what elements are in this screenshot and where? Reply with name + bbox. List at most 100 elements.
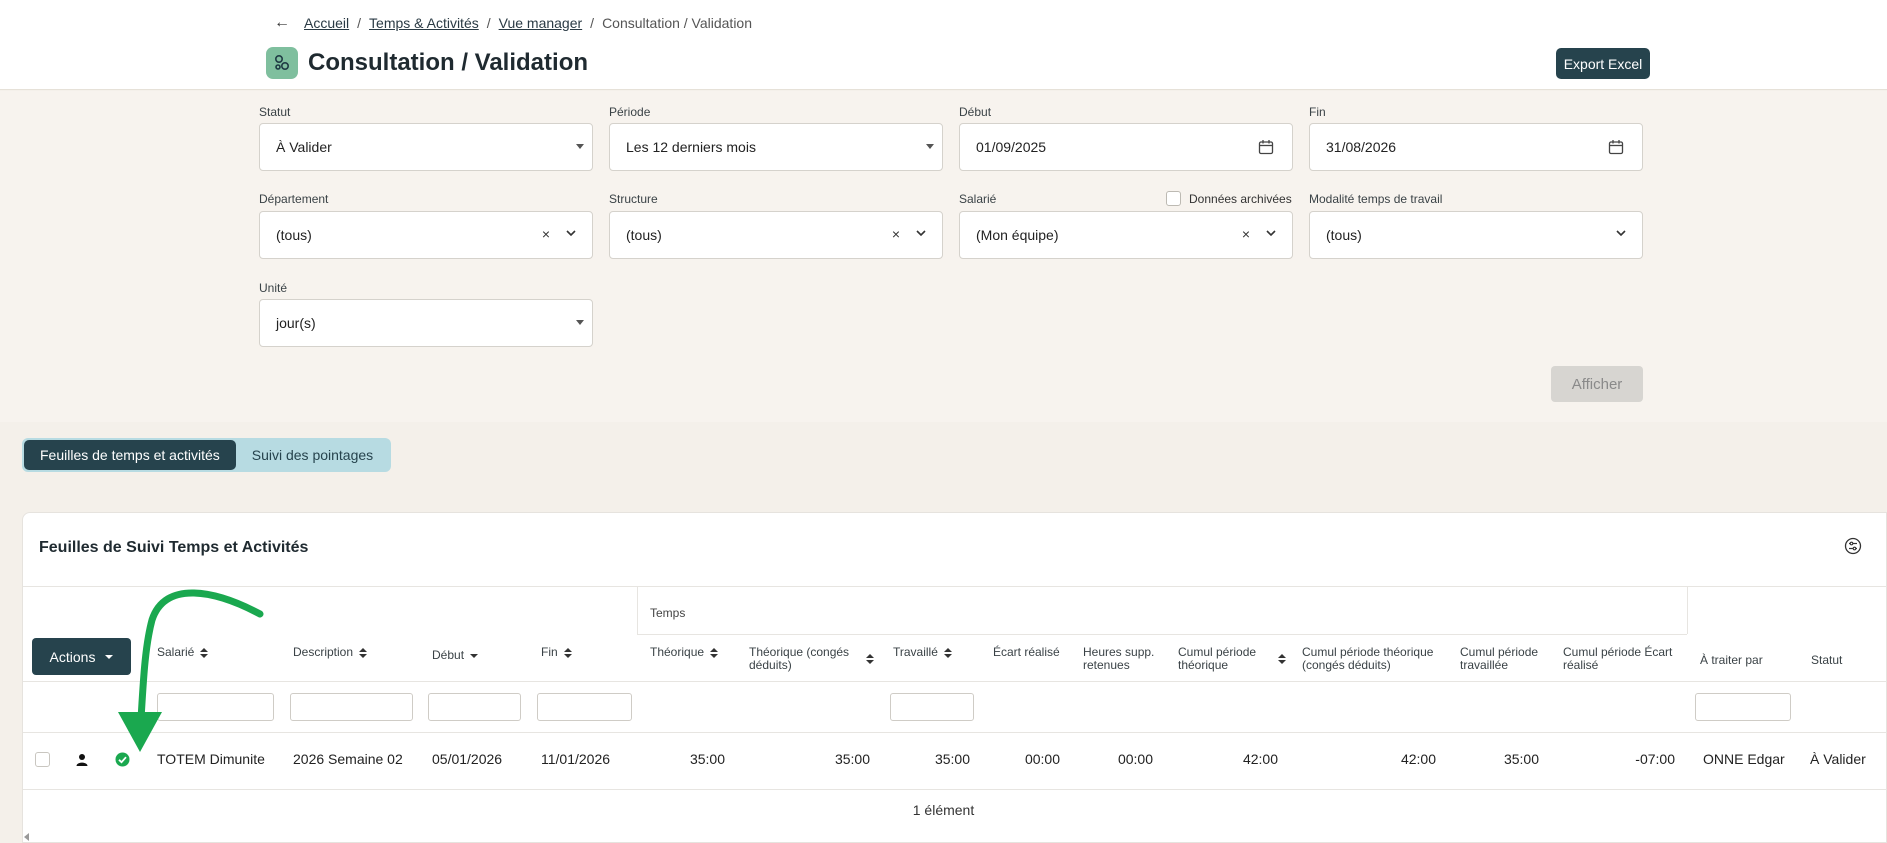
structure-label: Structure <box>609 192 658 206</box>
sort-icon <box>1278 654 1286 664</box>
modalite-label: Modalité temps de travail <box>1309 192 1443 206</box>
periode-select[interactable]: Les 12 derniers mois <box>609 123 943 171</box>
caret-down-icon <box>576 320 584 325</box>
view-tabs: Feuilles de temps et activités Suivi des… <box>22 438 392 472</box>
filter-description-input[interactable] <box>290 693 413 721</box>
cell-theorique-conges: 35:00 <box>834 751 870 767</box>
clear-icon[interactable]: × <box>542 226 550 242</box>
caret-down-icon <box>576 144 584 149</box>
temps-group-label: Temps <box>650 606 686 620</box>
column-settings-icon[interactable] <box>1844 537 1862 555</box>
col-cumul-ecart-label: Cumul période Écart réalisé <box>1563 645 1673 672</box>
sort-icon <box>710 647 719 658</box>
export-excel-button[interactable]: Export Excel <box>1556 48 1650 79</box>
debut-label: Début <box>959 105 992 119</box>
actions-button[interactable]: Actions <box>32 638 131 675</box>
debut-date-input[interactable]: 01/09/2025 <box>959 123 1293 171</box>
filter-salarie-input[interactable] <box>157 693 274 721</box>
row-checkbox[interactable] <box>35 752 50 767</box>
col-debut[interactable]: Début <box>432 649 479 662</box>
page-title: Consultation / Validation <box>308 49 589 76</box>
col-statut: Statut <box>1811 654 1842 667</box>
breadcrumb-vue-manager[interactable]: Vue manager <box>499 15 583 31</box>
col-cumul-travaillee-label: Cumul période travaillée <box>1460 645 1539 672</box>
col-theorique-label: Théorique <box>650 645 705 659</box>
salarie-select[interactable]: (Mon équipe) × <box>959 211 1293 259</box>
breadcrumb-separator: / <box>590 15 595 31</box>
unite-select[interactable]: jour(s) <box>259 299 593 347</box>
breadcrumb-temps-activites[interactable]: Temps & Activités <box>369 15 479 31</box>
chevron-down-icon[interactable] <box>1264 226 1278 240</box>
cell-ecart: 00:00 <box>1024 751 1060 767</box>
chevron-down-icon[interactable] <box>914 226 928 240</box>
filter-fin-input[interactable] <box>537 693 632 721</box>
row-count: 1 élément <box>912 802 975 818</box>
cell-a-traiter: ONNE Edgar <box>1703 751 1785 767</box>
cell-statut: À Valider <box>1810 751 1866 767</box>
col-travaille[interactable]: Travaillé <box>893 646 952 659</box>
calendar-icon[interactable] <box>1608 139 1624 155</box>
sort-icon <box>943 647 952 658</box>
actions-label: Actions <box>49 648 96 665</box>
user-icon[interactable] <box>75 753 89 767</box>
caret-down-icon <box>105 654 114 659</box>
check-circle-icon[interactable] <box>115 752 130 767</box>
archives-checkbox[interactable] <box>1166 191 1181 206</box>
statut-value: À Valider <box>276 139 332 155</box>
clear-icon[interactable]: × <box>1242 226 1250 242</box>
filter-travaille-input[interactable] <box>890 693 974 721</box>
divider <box>23 586 1887 587</box>
col-cumul-theorique-conges: Cumul période théorique (congés déduits) <box>1302 646 1447 672</box>
col-theorique-conges-label: Théorique (congés déduits) <box>749 645 850 672</box>
cell-heures-supp: 00:00 <box>1117 751 1153 767</box>
col-fin[interactable]: Fin <box>541 646 572 659</box>
col-fin-label: Fin <box>541 645 558 659</box>
breadcrumb: ← Accueil / Temps & Activités / Vue mana… <box>274 14 752 32</box>
cell-salarie[interactable]: TOTEM Dimunite <box>157 751 265 767</box>
departement-label: Département <box>259 192 329 206</box>
clear-icon[interactable]: × <box>892 226 900 242</box>
divider <box>637 634 1687 635</box>
col-salarie[interactable]: Salarié <box>157 646 209 659</box>
chevron-down-icon[interactable] <box>1614 226 1628 240</box>
sort-desc-icon <box>470 653 479 658</box>
col-cumul-theorique-label: Cumul période théorique <box>1178 645 1257 672</box>
sort-icon <box>200 647 209 658</box>
statut-select[interactable]: À Valider <box>259 123 593 171</box>
divider <box>1687 586 1688 634</box>
col-cumul-theorique[interactable]: Cumul période théorique <box>1178 646 1286 672</box>
calendar-icon[interactable] <box>1258 139 1274 155</box>
structure-select[interactable]: (tous) × <box>609 211 943 259</box>
tab-suivi-pointages[interactable]: Suivi des pointages <box>236 440 389 470</box>
cell-fin: 11/01/2026 <box>541 751 611 767</box>
col-statut-label: Statut <box>1811 653 1843 667</box>
breadcrumb-accueil[interactable]: Accueil <box>304 15 349 31</box>
breadcrumb-separator: / <box>357 15 362 31</box>
archives-label: Données archivées <box>1189 191 1292 206</box>
caret-down-icon <box>926 144 934 149</box>
col-description[interactable]: Description <box>293 646 368 659</box>
periode-value: Les 12 derniers mois <box>626 139 756 155</box>
cell-travaille: 35:00 <box>934 751 970 767</box>
departement-select[interactable]: (tous) × <box>259 211 593 259</box>
tab-feuilles-temps[interactable]: Feuilles de temps et activités <box>24 440 236 470</box>
archives-toggle[interactable]: Données archivées <box>1166 191 1292 206</box>
col-theorique[interactable]: Théorique <box>650 645 719 659</box>
scroll-left-icon[interactable] <box>24 833 29 841</box>
back-arrow-icon[interactable]: ← <box>274 14 290 32</box>
cell-theorique: 35:00 <box>689 751 725 767</box>
filter-debut-input[interactable] <box>428 693 521 721</box>
divider <box>23 789 1887 790</box>
sort-icon <box>359 647 368 658</box>
chevron-down-icon[interactable] <box>564 226 578 240</box>
modalite-select[interactable]: (tous) <box>1309 211 1643 259</box>
col-theorique-conges[interactable]: Théorique (congés déduits) <box>749 646 874 672</box>
modalite-value: (tous) <box>1326 227 1362 243</box>
breadcrumb-current: Consultation / Validation <box>602 15 753 31</box>
sort-icon <box>866 654 874 664</box>
afficher-button[interactable]: Afficher <box>1551 366 1643 402</box>
filter-a-traiter-input[interactable] <box>1695 693 1791 721</box>
fin-date-input[interactable]: 31/08/2026 <box>1309 123 1643 171</box>
col-a-traiter-label: À traiter par <box>1700 653 1763 667</box>
statut-label: Statut <box>259 105 291 119</box>
